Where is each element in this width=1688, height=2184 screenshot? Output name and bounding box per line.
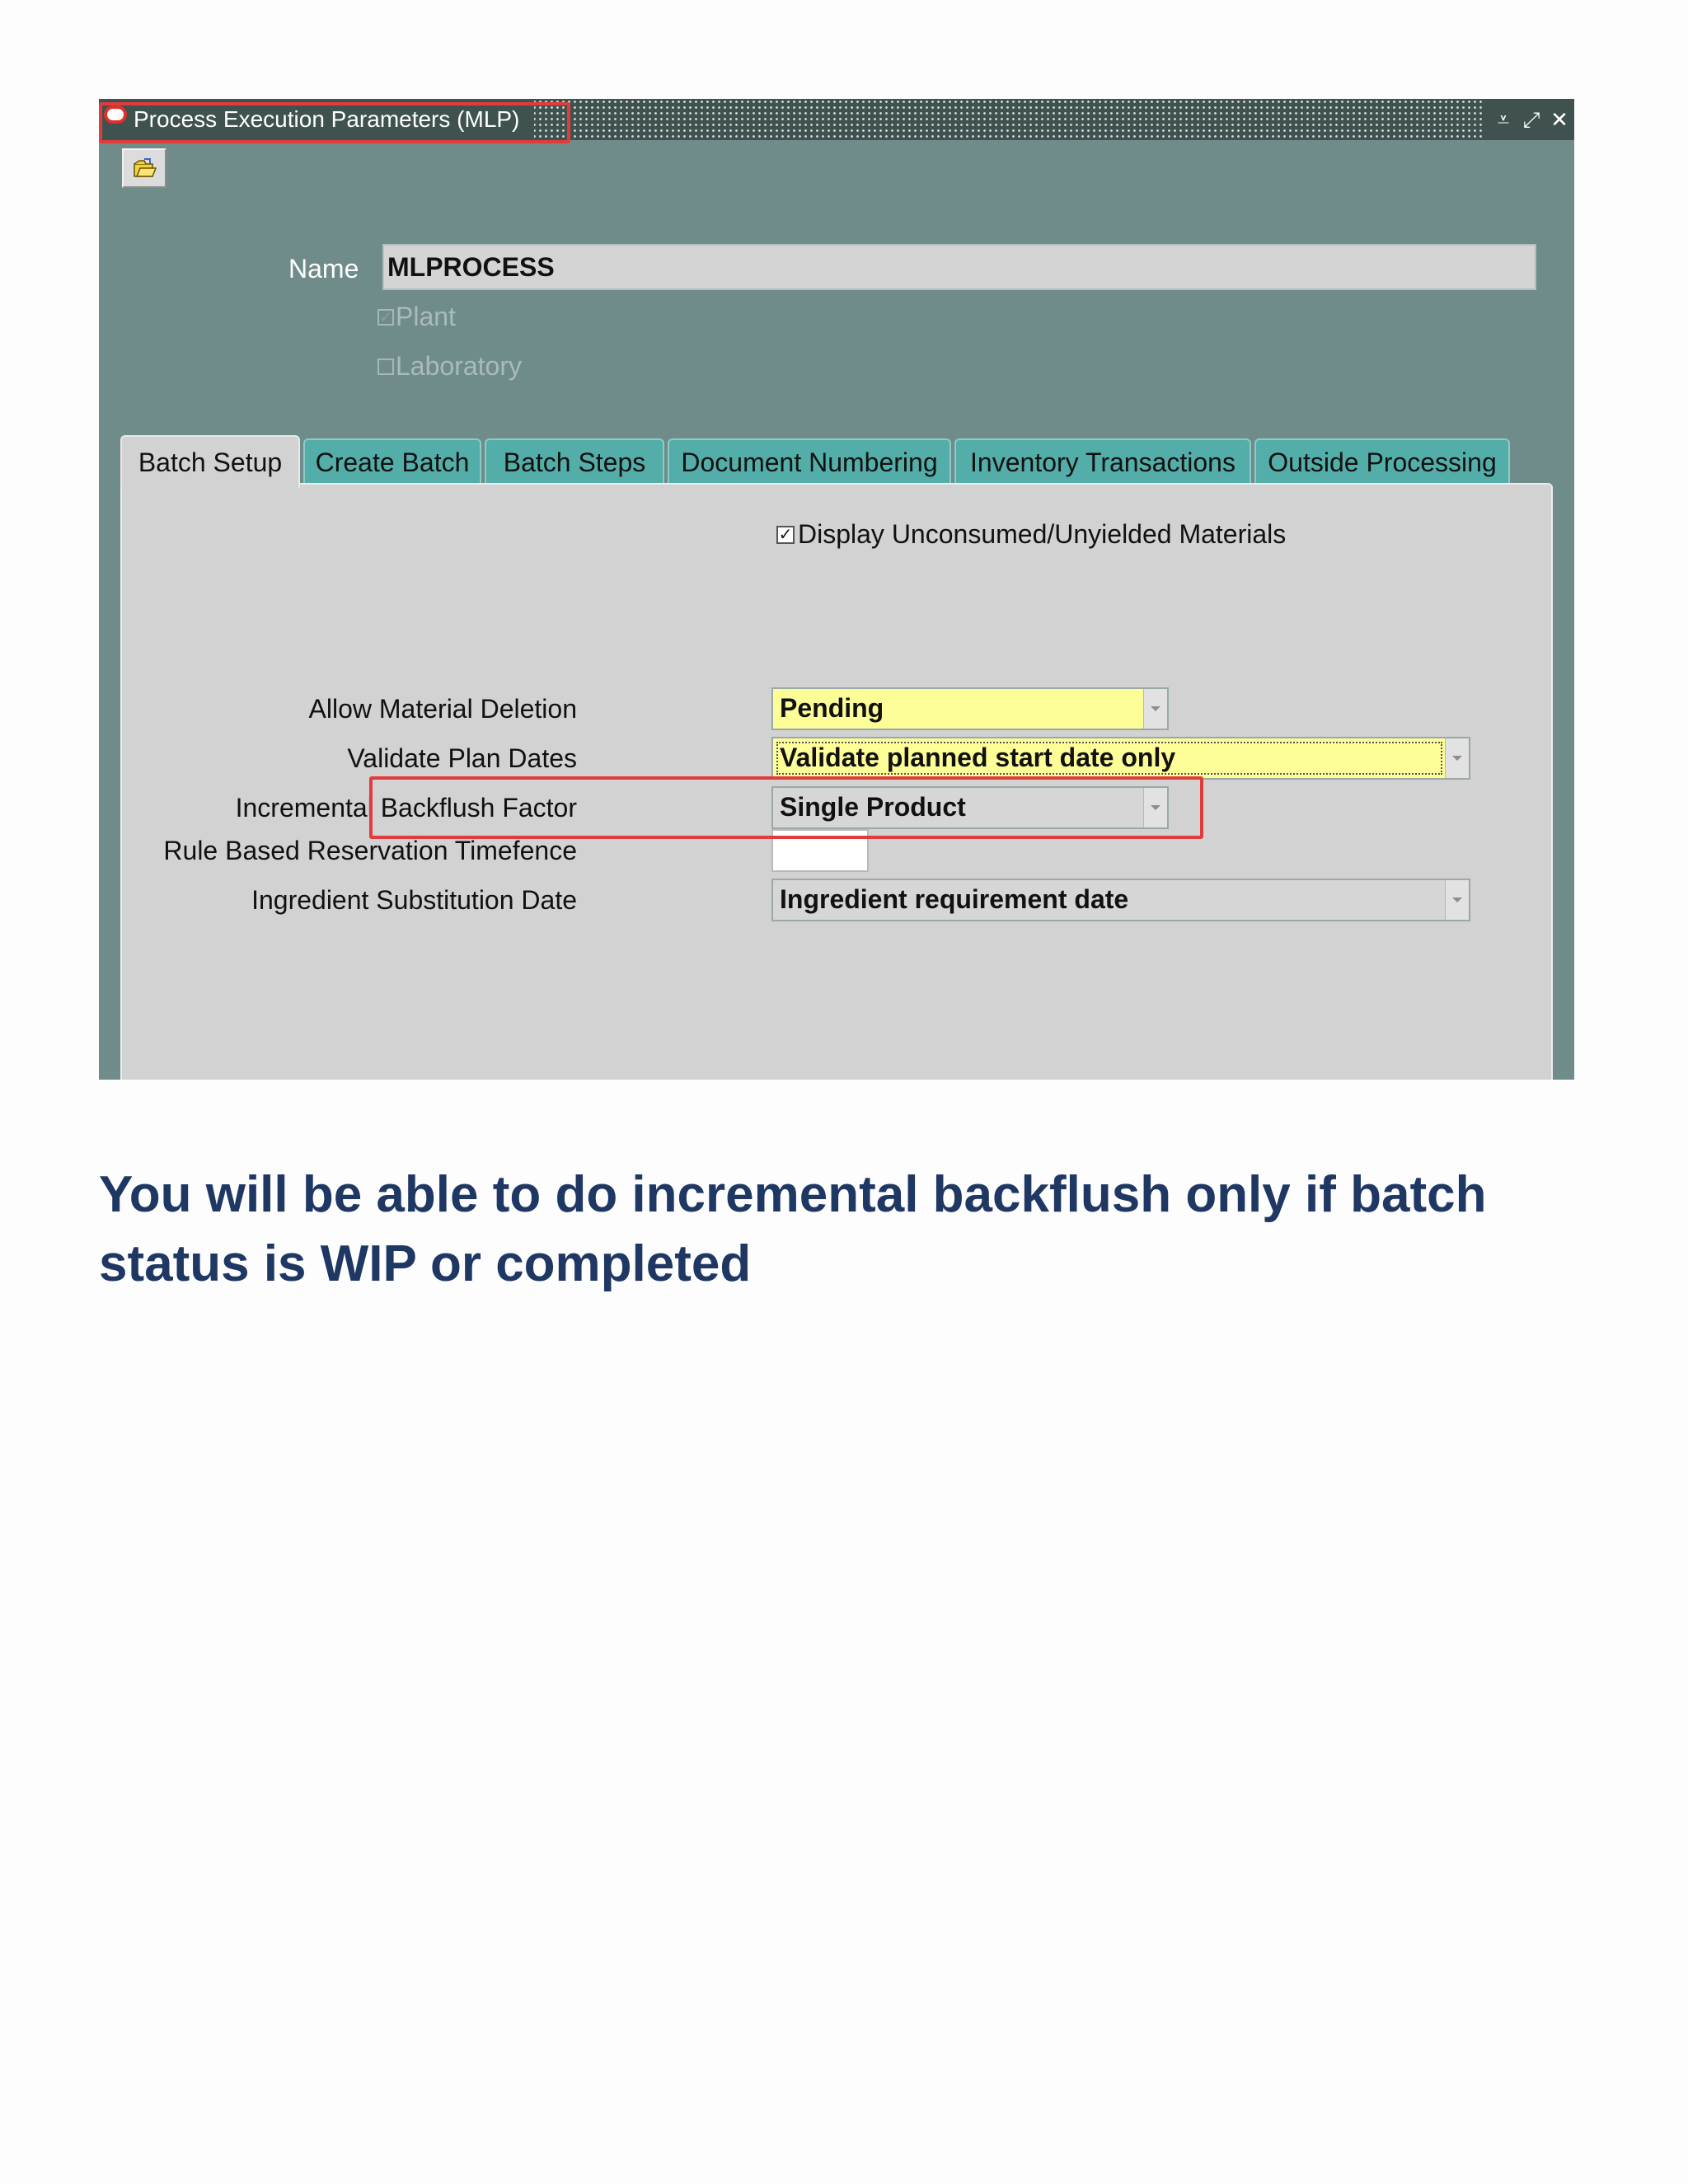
plant-checkbox[interactable]: ✓ Plant [377,302,456,332]
display-unconsumed-label: Display Unconsumed/Unyielded Materials [798,519,1287,549]
display-unconsumed-checkbox[interactable]: ✓ Display Unconsumed/Unyielded Materials [776,519,1286,550]
backflush-highlight-box [369,776,1203,839]
ingredient-substitution-date-value: Ingredient requirement date [780,884,1129,914]
ingredient-substitution-date-select[interactable]: Ingredient requirement date [771,879,1470,921]
tab-inventory-transactions[interactable]: Inventory Transactions [954,438,1251,485]
window-controls: ⩡ ⤢ ✕ [1485,99,1574,140]
plant-label: Plant [396,302,456,331]
laboratory-checkbox[interactable]: Laboratory [377,351,522,382]
laboratory-checkbox-box[interactable] [377,358,394,375]
chevron-down-icon[interactable] [1445,880,1469,920]
folder-icon [134,158,157,177]
maximize-icon[interactable]: ⤢ [1522,109,1541,130]
close-icon[interactable]: ✕ [1550,109,1569,130]
laboratory-label: Laboratory [396,351,522,381]
tab-document-numbering[interactable]: Document Numbering [668,438,951,485]
validate-plan-dates-select[interactable]: Validate planned start date only [771,737,1470,780]
allow-material-deletion-value: Pending [780,693,884,723]
plant-checkbox-box[interactable]: ✓ [377,308,394,326]
focus-outline [776,742,1442,775]
caption-text: You will be able to do incremental backf… [99,1166,1487,1292]
validate-plan-dates-label: Validate Plan Dates [347,743,577,773]
tab-create-batch[interactable]: Create Batch [303,438,481,485]
name-label: Name [288,254,359,284]
tab-outside-processing[interactable]: Outside Processing [1254,438,1510,485]
tab-batch-setup[interactable]: Batch Setup [120,435,300,488]
rule-based-reservation-timefence-label: Rule Based Reservation Timefence [163,836,577,865]
process-execution-parameters-window: Process Execution Parameters (MLP) ⩡ ⤢ ✕… [99,99,1574,1080]
chevron-down-icon[interactable] [1143,689,1167,729]
page: Process Execution Parameters (MLP) ⩡ ⤢ ✕… [0,0,1688,2184]
ingredient-substitution-date-label: Ingredient Substitution Date [251,885,577,915]
tab-batch-steps[interactable]: Batch Steps [485,438,664,485]
chevron-down-icon[interactable] [1445,738,1469,778]
name-field[interactable]: MLPROCESS [382,244,1536,290]
display-unconsumed-checkbox-box[interactable]: ✓ [776,525,795,544]
minimize-icon[interactable]: ⩡ [1493,109,1513,130]
allow-material-deletion-select[interactable]: Pending [771,687,1169,730]
allow-material-deletion-label: Allow Material Deletion [308,694,577,724]
title-highlight-box [99,102,570,143]
open-folder-button[interactable] [122,148,166,188]
